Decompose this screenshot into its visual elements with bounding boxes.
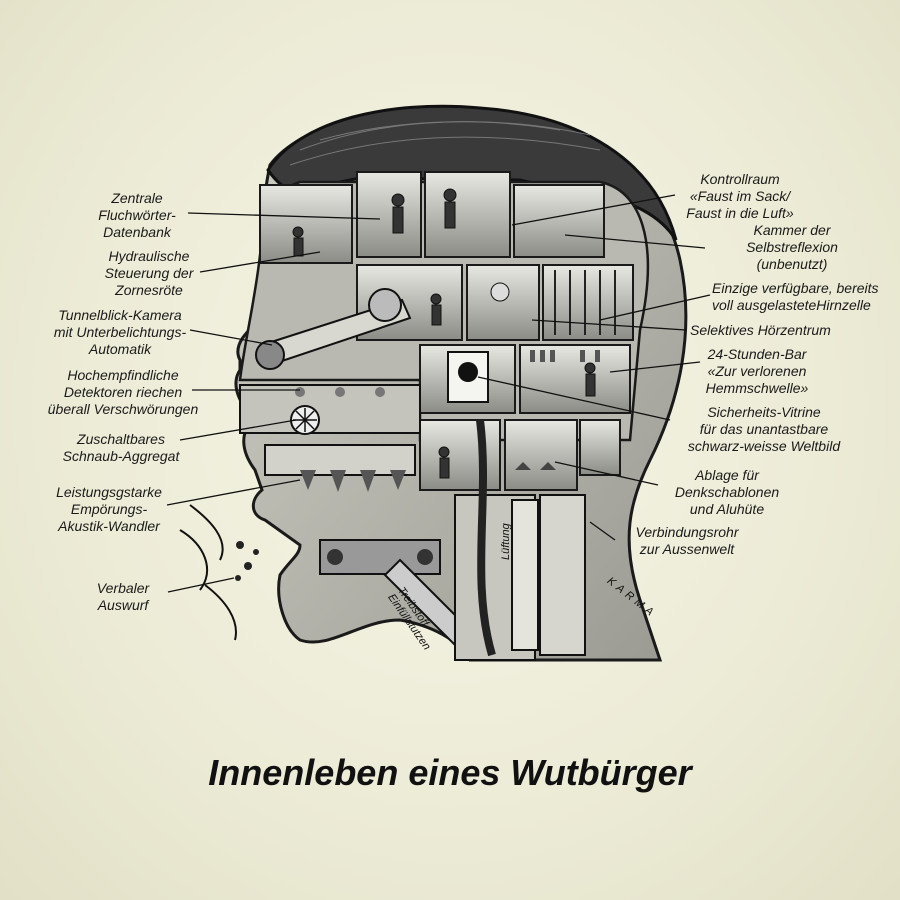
label-24-stunden-bar: 24-Stunden-Bar «Zur verlorenen Hemmschwe…	[705, 346, 809, 396]
label-zentrale-fluchwoerter-datenbank: Zentrale Fluchwörter- Datenbank	[98, 190, 176, 240]
label-empoerungs-akustik-wandler: Leistungsgstarke Empörungs- Akustik-Wand…	[56, 484, 162, 534]
label-ablage-denkschablonen: Ablage für Denkschablonen und Aluhüte	[674, 467, 780, 517]
label-verbindungsrohr: Verbindungsrohr zur Aussenwelt	[635, 524, 739, 557]
label-hochempfindliche-detektoren: Hochempfindliche Detektoren riechen über…	[47, 367, 199, 417]
poster: Lüftung Treibstoff- Einfüllstutzen KARMA…	[0, 0, 900, 900]
label-kammer-der-selbstreflexion: Kammer der Selbstreflexion (unbenutzt)	[746, 222, 838, 272]
label-tunnelblick-kamera: Tunnelblick-Kamera mit Unterbelichtungs-…	[53, 307, 187, 357]
label-selektives-hoerzentrum: Selektives Hörzentrum	[690, 322, 831, 338]
label-sicherheits-vitrine: Sicherheits-Vitrine für das unantastbare…	[687, 404, 841, 454]
label-einzige-hirnzelle: Einzige verfügbare, bereits voll ausgela…	[712, 280, 879, 313]
label-zuschaltbares-schnaub-aggregat: Zuschaltbares Schnaub-Aggregat	[62, 431, 180, 464]
label-hydraulische-steuerung: Hydraulische Steuerung der Zornesröte	[104, 248, 194, 298]
label-kontrollraum: Kontrollraum «Faust im Sack/ Faust in di…	[686, 171, 794, 221]
label-verbaler-auswurf: Verbaler Auswurf	[96, 580, 150, 613]
lueftung-label: Lüftung	[500, 523, 512, 560]
poster-title: Innenleben eines Wutbürger	[208, 752, 692, 793]
